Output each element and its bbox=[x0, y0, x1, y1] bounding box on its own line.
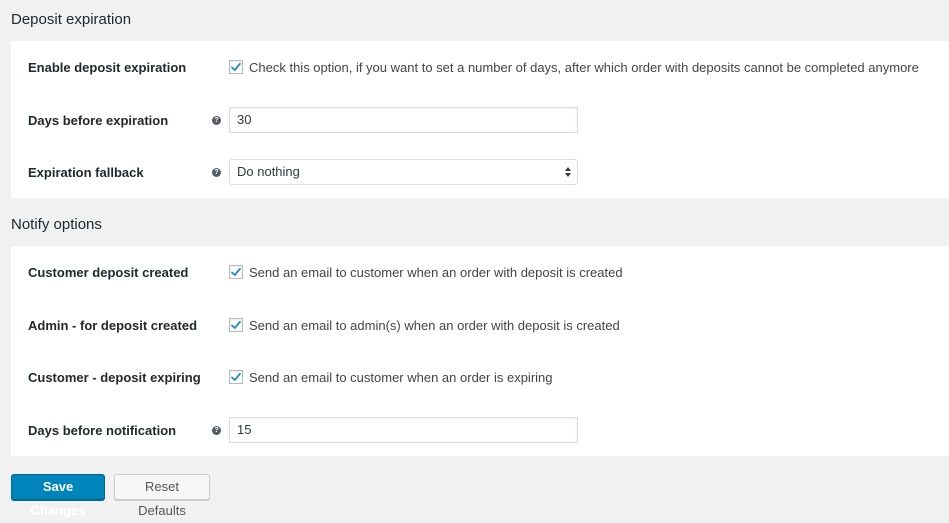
label-days-before-notification: Days before notification bbox=[28, 422, 177, 438]
section-title-deposit-expiration: Deposit expiration bbox=[11, 11, 132, 28]
label-expiration-fallback: Expiration fallback bbox=[28, 164, 144, 180]
customer-deposit-expiring-description: Send an email to customer when an order … bbox=[249, 369, 553, 385]
days-before-notification-input[interactable]: 15 bbox=[229, 417, 578, 443]
customer-deposit-created-description: Send an email to customer when an order … bbox=[249, 264, 623, 280]
checkmark-icon bbox=[231, 62, 241, 71]
question-circle-icon[interactable]: ? bbox=[212, 115, 221, 125]
expiration-fallback-select[interactable]: Do nothing bbox=[229, 159, 578, 185]
days-before-expiration-input[interactable]: 30 bbox=[229, 107, 578, 133]
select-arrows-icon bbox=[565, 167, 571, 177]
section-title-notify-options: Notify options bbox=[11, 216, 102, 233]
label-enable-deposit-expiration: Enable deposit expiration bbox=[28, 59, 187, 75]
label-admin-deposit-created: Admin - for deposit created bbox=[28, 317, 198, 333]
row-days-before-expiration: Days before expiration ? 30 bbox=[11, 94, 949, 146]
admin-deposit-created-checkbox[interactable] bbox=[229, 318, 243, 332]
row-enable-deposit-expiration: Enable deposit expiration Check this opt… bbox=[11, 41, 949, 93]
row-admin-deposit-created: Admin - for deposit created Send an emai… bbox=[11, 299, 949, 351]
question-circle-icon[interactable]: ? bbox=[212, 425, 221, 435]
checkmark-icon bbox=[231, 372, 241, 381]
notify-options-panel: Customer deposit created Send an email t… bbox=[11, 246, 949, 456]
deposit-expiration-panel: Enable deposit expiration Check this opt… bbox=[11, 41, 949, 198]
enable-deposit-expiration-description: Check this option, if you want to set a … bbox=[249, 59, 919, 75]
checkmark-icon bbox=[231, 267, 241, 276]
row-customer-deposit-created: Customer deposit created Send an email t… bbox=[11, 246, 949, 298]
question-circle-icon[interactable]: ? bbox=[212, 167, 221, 177]
enable-deposit-expiration-checkbox[interactable] bbox=[229, 60, 243, 74]
customer-deposit-expiring-checkbox[interactable] bbox=[229, 370, 243, 384]
row-customer-deposit-expiring: Customer - deposit expiring Send an emai… bbox=[11, 351, 949, 403]
expiration-fallback-selected-value: Do nothing bbox=[237, 164, 300, 179]
row-expiration-fallback: Expiration fallback ? Do nothing bbox=[11, 146, 949, 198]
customer-deposit-created-checkbox[interactable] bbox=[229, 265, 243, 279]
checkmark-icon bbox=[231, 320, 241, 329]
save-changes-button[interactable]: Save Changes bbox=[11, 474, 105, 518]
admin-deposit-created-description: Send an email to admin(s) when an order … bbox=[249, 317, 620, 333]
label-customer-deposit-expiring: Customer - deposit expiring bbox=[28, 369, 201, 385]
label-days-before-expiration: Days before expiration bbox=[28, 112, 169, 128]
row-days-before-notification: Days before notification ? 15 bbox=[11, 404, 949, 456]
reset-defaults-button[interactable]: Reset Defaults bbox=[114, 474, 210, 518]
label-customer-deposit-created: Customer deposit created bbox=[28, 264, 189, 280]
